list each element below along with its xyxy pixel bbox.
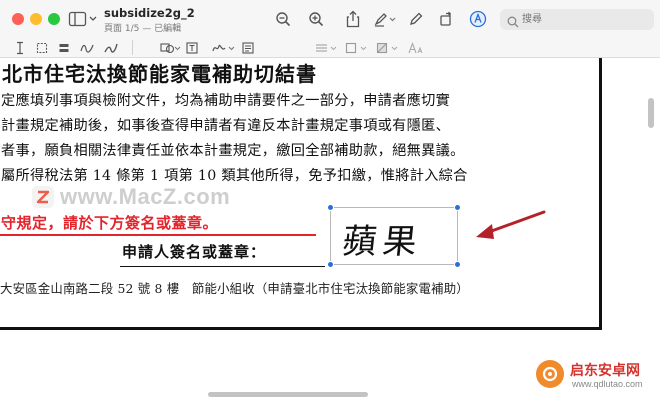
signature-underline — [120, 266, 325, 267]
zoom-out-button[interactable] — [272, 9, 294, 29]
highlight-button[interactable] — [372, 9, 398, 29]
sign-notice: 守規定，請於下方簽名或蓋章。 — [1, 214, 219, 232]
markup-toolbar-button[interactable] — [405, 9, 427, 29]
text-style-menu[interactable] — [408, 40, 426, 55]
markup-toolbar — [0, 37, 660, 58]
vertical-scrollbar[interactable] — [648, 98, 654, 128]
note-icon — [242, 41, 254, 54]
sign-tool[interactable] — [212, 40, 236, 55]
border-color-menu[interactable] — [345, 40, 369, 55]
close-window-button[interactable] — [12, 13, 24, 25]
redact-tool[interactable] — [58, 40, 70, 55]
zoom-window-button[interactable] — [48, 13, 60, 25]
fill-color-icon — [376, 42, 398, 53]
site-logo-url: www.qdlutao.com — [572, 379, 643, 389]
pen-circle-icon — [469, 10, 487, 28]
share-button[interactable] — [342, 9, 364, 29]
rectangular-selection-tool[interactable] — [36, 40, 48, 55]
rotate-icon — [440, 11, 451, 26]
search-icon — [507, 13, 519, 32]
signature-label: 申請人簽名或蓋章： — [122, 243, 267, 261]
toolbar-divider — [132, 40, 133, 55]
border-color-icon — [345, 42, 367, 53]
resize-handle-top-right[interactable] — [454, 204, 461, 211]
watermark-text: www.MacZ.com — [60, 184, 231, 209]
signature-icon — [212, 44, 235, 51]
sidebar-icon — [68, 11, 97, 27]
resize-handle-top-left[interactable] — [327, 204, 334, 211]
highlighter-icon — [374, 13, 396, 27]
text-selection-tool[interactable] — [14, 40, 26, 55]
signature-text: 蘋果 — [340, 222, 425, 262]
search-input[interactable] — [522, 11, 648, 28]
sketch-icon — [80, 44, 94, 53]
rotate-button[interactable] — [435, 9, 457, 29]
zoom-in-icon — [309, 12, 324, 27]
watermark: www.MacZ.com — [32, 184, 230, 210]
body-line: 計畫規定補助後，如事後查得申請者有違反本計畫規定事項或有隱匿、 — [1, 118, 451, 134]
text-box-tool[interactable] — [186, 40, 198, 55]
zoom-out-icon — [276, 12, 291, 27]
note-tool[interactable] — [242, 40, 254, 55]
site-logo-icon — [536, 360, 564, 388]
document-title: subsidize2g_2 — [104, 6, 195, 20]
draw-tool[interactable] — [104, 40, 118, 55]
search-field[interactable] — [500, 9, 654, 30]
watermark-logo-icon — [32, 186, 54, 208]
text-box-icon — [186, 41, 198, 54]
markup-pen-icon — [410, 12, 423, 25]
notice-underline — [0, 234, 316, 236]
site-logo-name: 启东安卓网 — [570, 363, 640, 379]
shape-style-menu[interactable] — [315, 40, 339, 55]
document-heading: 北市住宅汰換節能家電補助切結書 — [2, 62, 317, 86]
redact-icon — [59, 43, 69, 52]
text-cursor-icon — [17, 41, 23, 54]
resize-handle-bottom-left[interactable] — [327, 261, 334, 268]
text-style-icon — [408, 41, 423, 53]
horizontal-scrollbar[interactable] — [208, 392, 368, 397]
draw-icon — [104, 43, 118, 53]
share-icon — [346, 10, 360, 28]
body-line: 定應填列事項與檢附文件，均為補助申請要件之一部分，申請者應切實 — [1, 93, 451, 109]
body-line: 者事，願負相關法律責任並依本計畫規定，繳回全部補助款，絕無異議。 — [1, 143, 465, 159]
sidebar-toggle-button[interactable] — [68, 10, 100, 28]
body-line: 屬所得稅法第 14 條第 1 項第 10 類其他所得，免予扣繳，惟將計入綜合 — [1, 168, 468, 184]
zoom-in-button[interactable] — [305, 9, 327, 29]
signature-annotation[interactable]: 蘋果 — [327, 204, 461, 268]
annotate-button[interactable] — [467, 9, 489, 29]
document-subtitle: 頁面 1/5 — 已編輯 — [104, 24, 182, 34]
footer-address: 大安區金山南路二段 52 號 8 樓 節能小組收（申請臺北市住宅汰換節能家電補助… — [0, 281, 469, 296]
sketch-tool[interactable] — [80, 40, 94, 55]
pointer-arrow-icon — [476, 210, 546, 239]
border-style-icon — [316, 44, 337, 51]
shapes-menu[interactable] — [160, 40, 182, 55]
site-logo: 启东安卓网 www.qdlutao.com — [530, 358, 660, 400]
shapes-icon — [160, 42, 181, 53]
minimize-window-button[interactable] — [30, 13, 42, 25]
resize-handle-bottom-right[interactable] — [454, 261, 461, 268]
document-page: 北市住宅汰換節能家電補助切結書 定應填列事項與檢附文件，均為補助申請要件之一部分… — [0, 58, 660, 400]
title-bar: subsidize2g_2 頁面 1/5 — 已編輯 — [0, 0, 660, 37]
fill-color-menu[interactable] — [376, 40, 400, 55]
dashed-rect-icon — [36, 42, 48, 53]
